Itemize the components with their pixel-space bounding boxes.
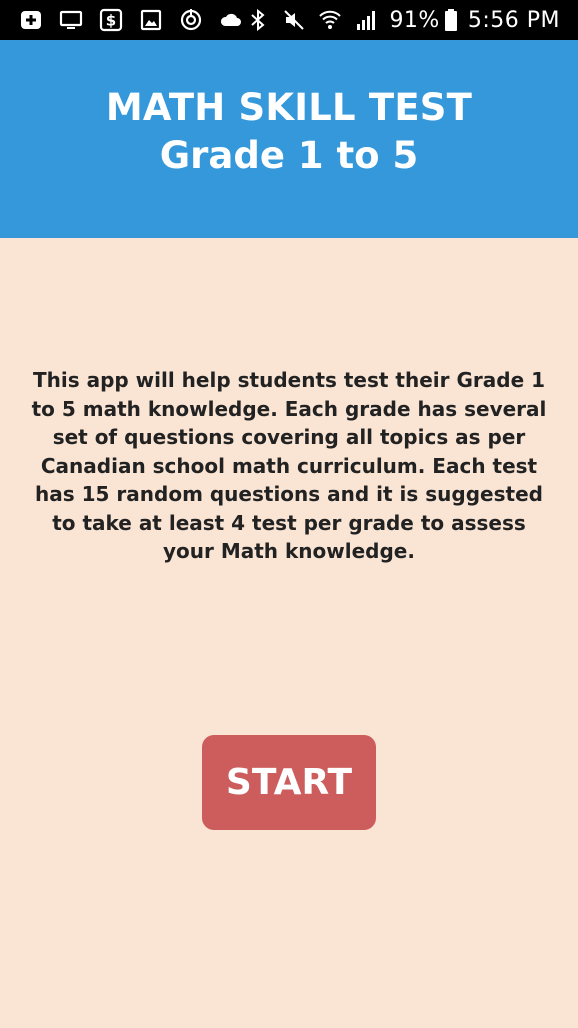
bluetooth-icon <box>245 7 271 33</box>
app-header: MATH SKILL TEST Grade 1 to 5 <box>0 40 578 238</box>
sync-icon <box>178 7 204 33</box>
page-title: MATH SKILL TEST <box>105 86 473 129</box>
battery-icon <box>444 7 458 33</box>
app-description: This app will help students test their G… <box>31 368 547 563</box>
image-icon <box>138 7 164 33</box>
cloud-icon <box>218 7 244 33</box>
signal-icon <box>353 7 379 33</box>
wifi-icon <box>317 7 343 33</box>
mute-icon <box>281 7 307 33</box>
clock: 5:56 PM <box>467 7 560 33</box>
battery-percentage: 91% <box>389 7 440 33</box>
status-bar-system: 91% 5:56 PM <box>245 6 560 34</box>
status-bar: $ 91% 5:56 PM <box>0 0 578 40</box>
battery-indicator: 91% <box>389 7 457 33</box>
monitor-icon <box>58 7 84 33</box>
dollar-icon: $ <box>98 7 124 33</box>
svg-text:$: $ <box>106 12 116 30</box>
page-subtitle: Grade 1 to 5 <box>159 134 419 177</box>
add-box-icon <box>18 7 44 33</box>
status-bar-notifications: $ <box>18 6 244 34</box>
start-button[interactable]: START <box>202 735 376 830</box>
